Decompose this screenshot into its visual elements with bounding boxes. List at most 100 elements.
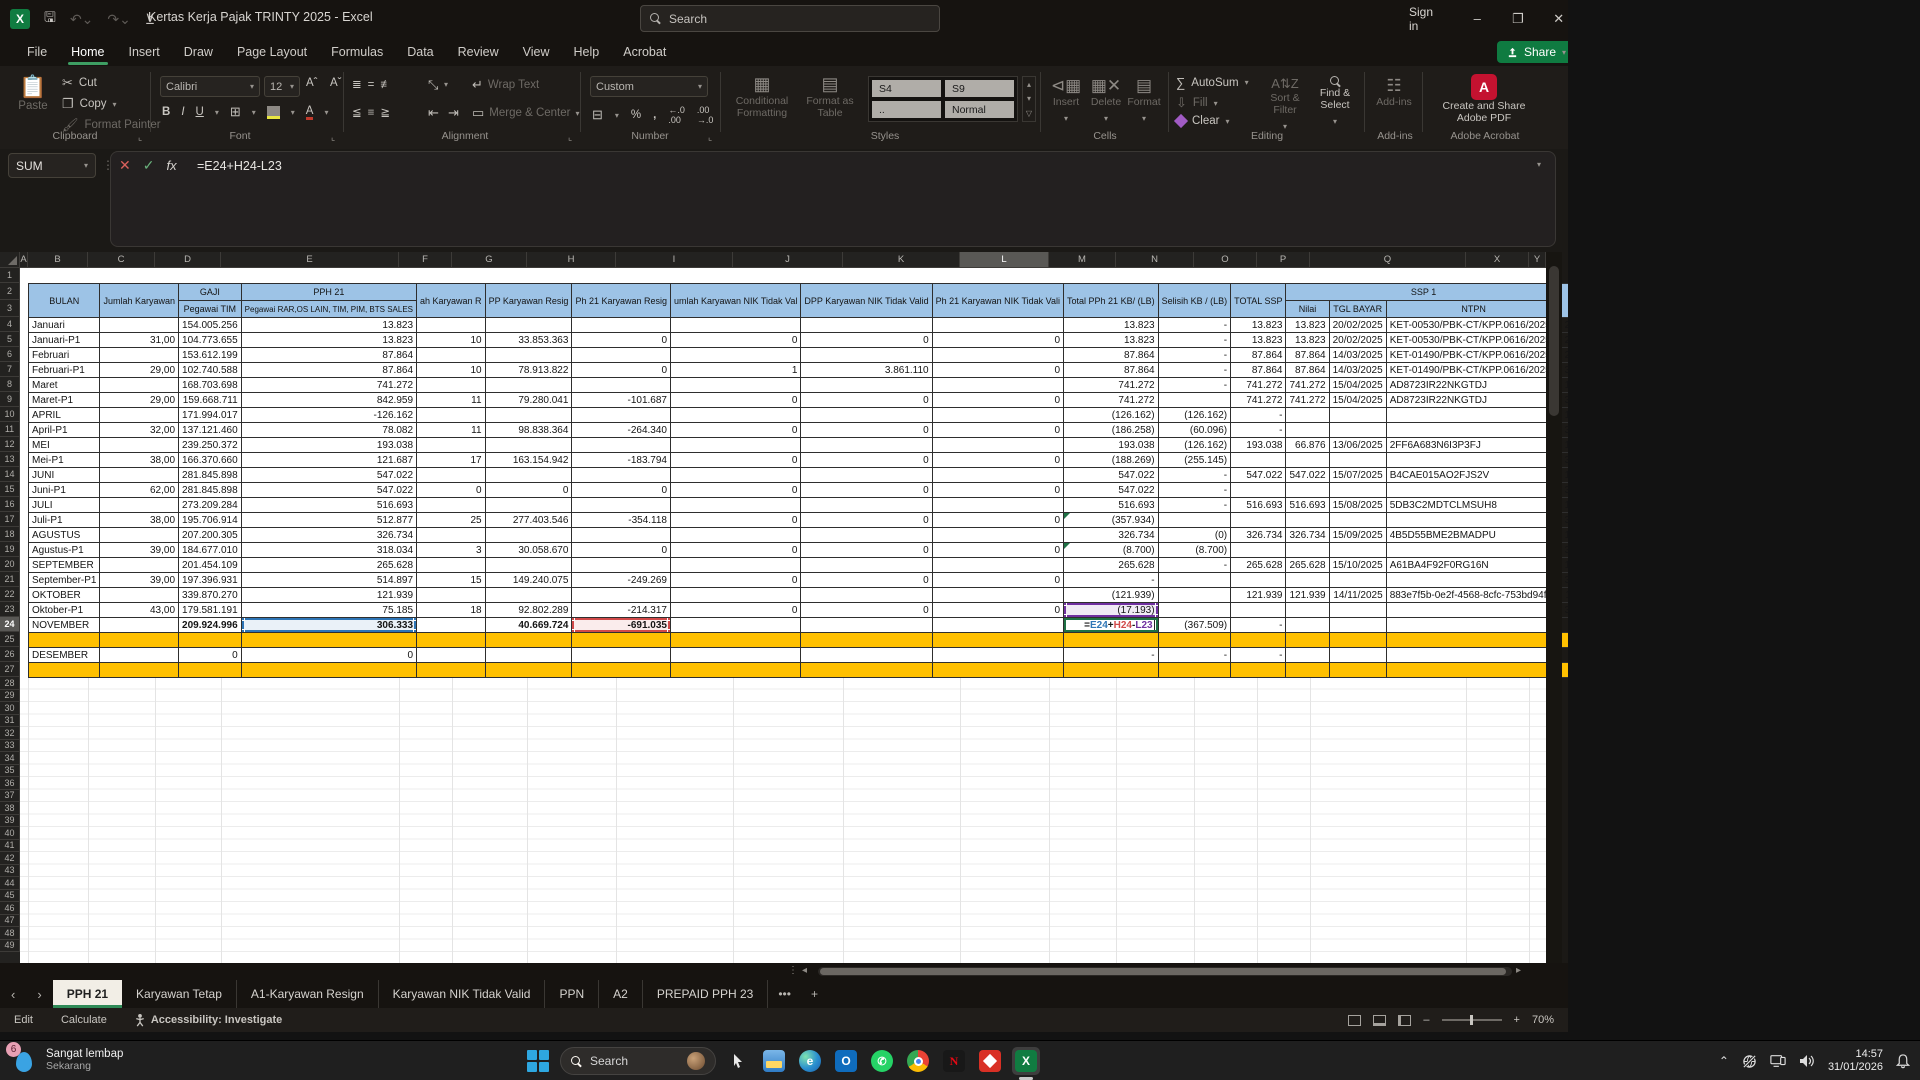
cell-F10[interactable] (416, 407, 486, 423)
clear-button[interactable]: Clear ▾ (1173, 113, 1230, 129)
cell-L14[interactable]: 547.022 (1063, 467, 1159, 483)
cell-E13[interactable]: 121.687 (240, 452, 418, 468)
cell-N19[interactable] (1230, 542, 1287, 558)
cell-K15[interactable]: 0 (931, 482, 1065, 498)
cell-B6[interactable]: Februari (27, 347, 101, 363)
cell-L26[interactable]: - (1063, 647, 1159, 663)
row-header-39[interactable]: 39 (0, 814, 20, 827)
cell-I13[interactable]: 0 (669, 452, 802, 468)
cell-G10[interactable] (484, 407, 573, 423)
row-header-47[interactable]: 47 (0, 914, 20, 927)
cell-F4[interactable] (416, 317, 486, 333)
menu-tab-draw[interactable]: Draw (173, 40, 224, 64)
cell-style-S4[interactable]: S4 (871, 79, 942, 98)
row-header-45[interactable]: 45 (0, 889, 20, 902)
cell-H26[interactable] (571, 647, 671, 663)
cut-button[interactable]: ✂ Cut (62, 75, 97, 91)
add-ins-button[interactable]: ☷ Add-ins (1372, 76, 1416, 108)
cell-O16[interactable]: 516.693 (1285, 497, 1330, 513)
row-header-48[interactable]: 48 (0, 927, 20, 940)
cell-P4[interactable]: 20/02/2025 (1328, 317, 1387, 333)
cell-N4[interactable]: 13.823 (1230, 317, 1287, 333)
cell-D23[interactable]: 179.581.191 (178, 602, 242, 618)
cell-P22[interactable]: 14/11/2025 (1328, 587, 1387, 603)
cell-D26[interactable]: 0 (178, 647, 242, 663)
cell-P21[interactable] (1328, 572, 1387, 588)
cell-F24[interactable] (416, 617, 486, 633)
fill-button[interactable]: ⇩ Fill ▾ (1176, 95, 1218, 111)
cell-N8[interactable]: 741.272 (1230, 377, 1287, 393)
cell-J22[interactable] (800, 587, 933, 603)
cell-O22[interactable]: 121.939 (1285, 587, 1330, 603)
cell-D8[interactable]: 168.703.698 (178, 377, 242, 393)
cell-C6[interactable] (99, 347, 180, 363)
cell-L22[interactable]: (121.939) (1063, 587, 1159, 603)
cell-K14[interactable] (931, 467, 1065, 483)
orientation-icon[interactable]: ⤡ (428, 77, 438, 93)
sign-in-button[interactable]: Sign in (1395, 5, 1457, 33)
cell-E8[interactable]: 741.272 (240, 377, 418, 393)
cell-G9[interactable]: 79.280.041 (484, 392, 573, 408)
row-header-33[interactable]: 33 (0, 739, 20, 752)
cell-Q16[interactable]: 5DB3C2MDTCLMSUH8 (1385, 497, 1562, 513)
file-explorer-icon[interactable] (760, 1047, 788, 1075)
number-dialog-launcher[interactable]: ⌞ (708, 132, 712, 143)
scroll-left-icon[interactable]: ◂ (802, 965, 807, 976)
cell-O8[interactable]: 741.272 (1285, 377, 1330, 393)
row-header-4[interactable]: 4 (0, 317, 20, 332)
cell-E10[interactable]: -126.162 (240, 407, 418, 423)
cell-E5[interactable]: 13.823 (240, 332, 418, 348)
cell-M15[interactable]: - (1157, 482, 1232, 498)
cell-K22[interactable] (931, 587, 1065, 603)
cell-D4[interactable]: 154.005.256 (178, 317, 242, 333)
menu-tab-file[interactable]: File (16, 40, 58, 64)
share-button[interactable]: Share ▾ (1497, 41, 1577, 63)
cell-D10[interactable]: 171.994.017 (178, 407, 242, 423)
cell-P19[interactable] (1328, 542, 1387, 558)
column-header-E[interactable]: E (221, 252, 399, 268)
cell-C16[interactable] (99, 497, 180, 513)
cell-O24[interactable] (1285, 617, 1330, 633)
cell-D15[interactable]: 281.845.898 (178, 482, 242, 498)
menu-tab-insert[interactable]: Insert (118, 40, 171, 64)
increase-indent-icon[interactable]: ⇥ (448, 105, 459, 121)
menu-tab-home[interactable]: Home (60, 40, 115, 65)
cell-B5[interactable]: Januari-P1 (27, 332, 101, 348)
cell-N6[interactable]: 87.864 (1230, 347, 1287, 363)
minimize-button[interactable]: – (1457, 0, 1498, 37)
cell-N7[interactable]: 87.864 (1230, 362, 1287, 378)
cell-J8[interactable] (800, 377, 933, 393)
cell-M11[interactable]: (60.096) (1157, 422, 1232, 438)
cell-N18[interactable]: 326.734 (1230, 527, 1287, 543)
cell-I15[interactable]: 0 (669, 482, 802, 498)
cell-M19[interactable]: (8.700) (1157, 542, 1232, 558)
cell-P14[interactable]: 15/07/2025 (1328, 467, 1387, 483)
menu-tab-view[interactable]: View (512, 40, 561, 64)
copy-button[interactable]: ❐ Copy ▾ (62, 96, 117, 112)
cell-L5[interactable]: 13.823 (1063, 332, 1159, 348)
cell-I19[interactable]: 0 (669, 542, 802, 558)
cell-J7[interactable]: 3.861.110 (800, 362, 933, 378)
cell-K6[interactable] (931, 347, 1065, 363)
horizontal-scrollbar[interactable] (818, 967, 1512, 976)
save-icon[interactable]: 🖫 (44, 7, 56, 31)
cell-N14[interactable]: 547.022 (1230, 467, 1287, 483)
cell-G14[interactable] (484, 467, 573, 483)
cell-N11[interactable]: - (1230, 422, 1287, 438)
column-header-K[interactable]: K (843, 252, 960, 268)
cell-E4[interactable]: 13.823 (240, 317, 418, 333)
cell-G21[interactable]: 149.240.075 (484, 572, 573, 588)
taskbar-pointer-app-icon[interactable] (724, 1047, 752, 1075)
font-family-select[interactable]: Calibri ▾ (160, 76, 260, 97)
cell-H21[interactable]: -249.269 (571, 572, 671, 588)
styles-gallery-scroll[interactable]: ▴ ▾ ▽ (1022, 76, 1036, 122)
cell-J5[interactable]: 0 (800, 332, 933, 348)
cell-E14[interactable]: 547.022 (240, 467, 418, 483)
cell-I4[interactable] (669, 317, 802, 333)
outlook-icon[interactable]: O (832, 1047, 860, 1075)
cell-J6[interactable] (800, 347, 933, 363)
calculate-indicator[interactable]: Calculate (47, 1014, 121, 1026)
cell-F5[interactable]: 10 (416, 332, 486, 348)
paste-button[interactable]: 📋 Paste (14, 74, 52, 126)
decrease-indent-icon[interactable]: ⇤ (428, 105, 439, 121)
